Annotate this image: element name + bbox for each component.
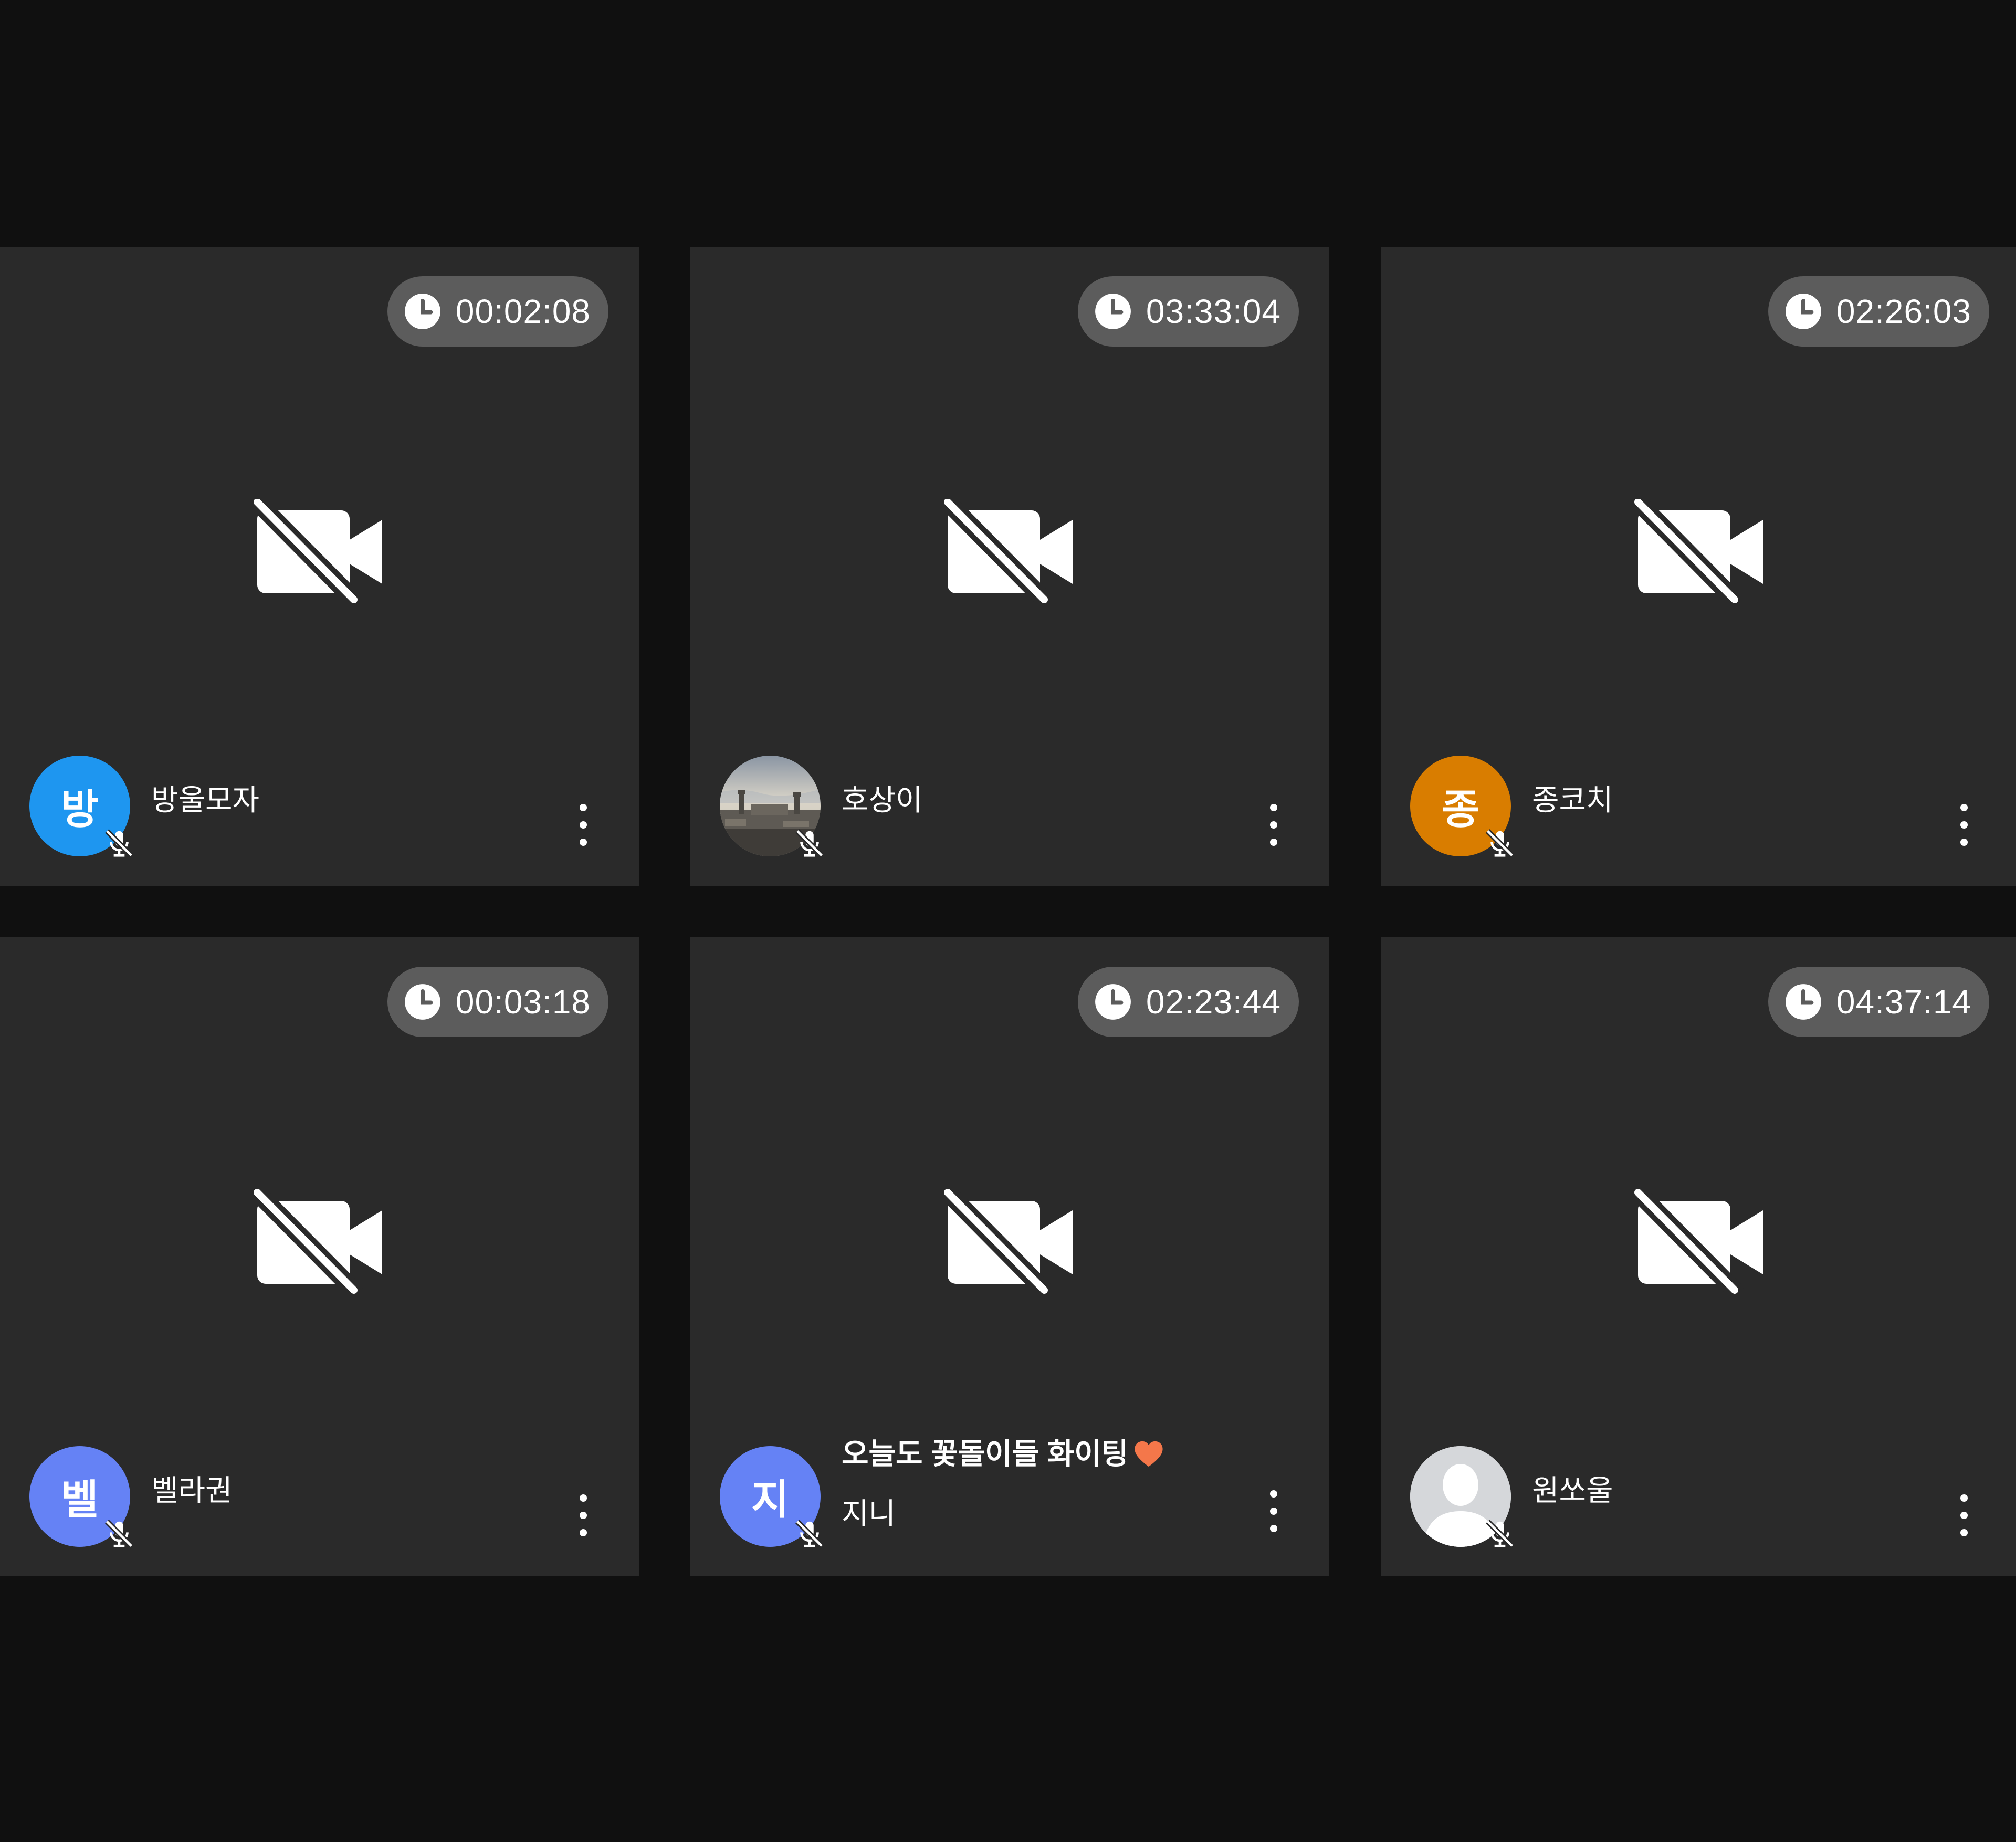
participant-name: 종코치 (1532, 783, 1613, 817)
mic-off-icon (1486, 829, 1514, 857)
participant-tile[interactable]: 02:23:44 지 오늘도 꽃돌이들 화이팅 지니 (690, 937, 1329, 1576)
video-off-icon (253, 1189, 382, 1294)
participant-status: 오늘도 꽃돌이들 화이팅 (842, 1437, 1164, 1471)
status-message: 오늘도 꽃돌이들 화이팅 (842, 1437, 1129, 1470)
elapsed-timer: 02:26:03 (1768, 276, 1989, 347)
video-off-icon (943, 499, 1073, 604)
video-off-icon (943, 1189, 1073, 1294)
more-vertical-icon[interactable] (1959, 1494, 1969, 1536)
timer-text: 04:37:14 (1836, 983, 1971, 1021)
clock-icon (404, 984, 440, 1020)
elapsed-timer: 00:02:08 (387, 276, 608, 347)
avatar: 방 (29, 756, 133, 857)
avatar (1410, 1446, 1514, 1548)
participant-name: 벨라권 (151, 1474, 233, 1507)
mic-off-icon (795, 829, 824, 857)
clock-icon (1785, 984, 1821, 1020)
orange-heart-icon (1135, 1441, 1163, 1467)
clock-icon (1095, 984, 1131, 1020)
participant-tile[interactable]: 04:37:14 원쏘울 (1381, 937, 2016, 1576)
elapsed-timer: 02:23:44 (1077, 967, 1299, 1037)
video-off-icon (253, 499, 382, 604)
timer-text: 02:23:44 (1146, 983, 1281, 1021)
avatar (720, 756, 824, 857)
elapsed-timer: 00:03:18 (387, 967, 608, 1037)
participant-tile[interactable]: 00:03:18 벨 벨라권 (0, 937, 639, 1576)
participant-name: 방울모자 (151, 783, 260, 817)
timer-text: 00:02:08 (455, 292, 591, 330)
participant-tile[interactable]: 00:02:08 방 방울모자 (0, 247, 639, 886)
elapsed-timer: 03:33:04 (1077, 276, 1299, 347)
timer-text: 02:26:03 (1836, 292, 1971, 330)
participant-grid: 00:02:08 방 방울모자 03:33:04 호상이 02:26:03 종 … (0, 0, 2016, 1842)
mic-off-icon (105, 829, 133, 857)
video-off-icon (1634, 499, 1763, 604)
participant-tile[interactable]: 02:26:03 종 종코치 (1381, 247, 2016, 886)
more-vertical-icon[interactable] (578, 804, 589, 846)
timer-text: 03:33:04 (1146, 292, 1281, 330)
video-off-icon (1634, 1189, 1763, 1294)
participant-name: 원쏘울 (1532, 1474, 1613, 1507)
clock-icon (404, 294, 440, 329)
clock-icon (1095, 294, 1131, 329)
mic-off-icon (1486, 1520, 1514, 1548)
mic-off-icon (105, 1520, 133, 1548)
avatar: 지 (720, 1446, 824, 1548)
participant-tile[interactable]: 03:33:04 호상이 (690, 247, 1329, 886)
elapsed-timer: 04:37:14 (1768, 967, 1989, 1037)
more-vertical-icon[interactable] (1268, 804, 1279, 846)
timer-text: 00:03:18 (455, 983, 591, 1021)
mic-off-icon (795, 1520, 824, 1548)
more-vertical-icon[interactable] (1959, 804, 1969, 846)
participant-name: 지니 (842, 1497, 896, 1530)
clock-icon (1785, 294, 1821, 329)
more-vertical-icon[interactable] (578, 1494, 589, 1536)
participant-name: 호상이 (842, 783, 923, 817)
more-vertical-icon[interactable] (1268, 1490, 1279, 1532)
avatar: 종 (1410, 756, 1514, 857)
avatar: 벨 (29, 1446, 133, 1548)
